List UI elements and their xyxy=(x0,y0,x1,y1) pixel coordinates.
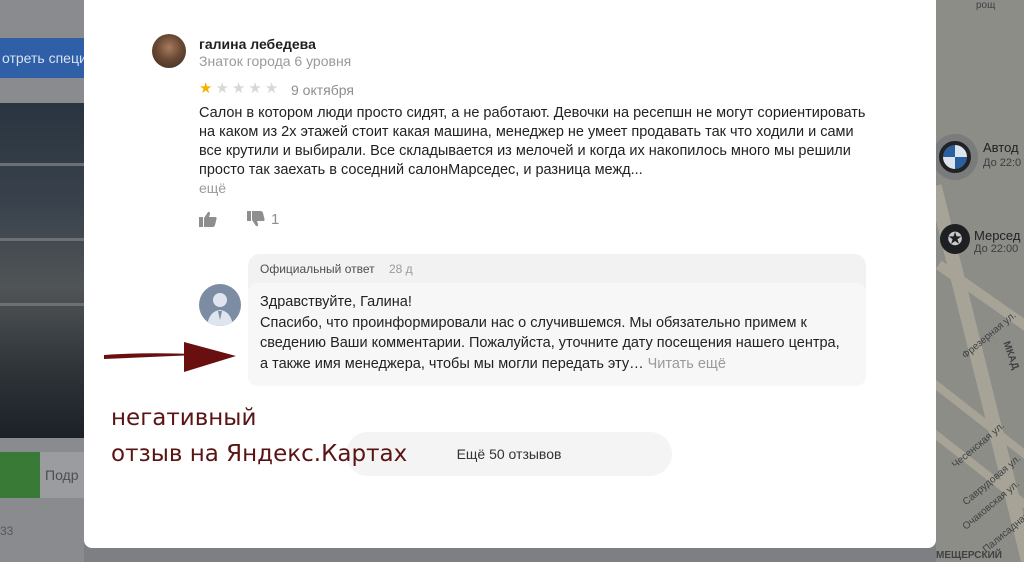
map-poi-hours: До 22:00 xyxy=(974,243,1019,255)
official-reply-age: 28 д xyxy=(389,262,413,276)
star-filled-icon: ★ xyxy=(199,80,213,97)
annotation-caption: негативный отзыв на Яндекс.Картах xyxy=(111,400,407,472)
expand-review-link[interactable]: ещё xyxy=(199,180,226,196)
map-poi-hours: До 22:0 xyxy=(983,157,1022,169)
review-date: 9 октября xyxy=(291,82,354,98)
background-place-panel: отреть специ Подр 33 xyxy=(0,0,84,562)
star-empty-icon: ★ xyxy=(248,80,262,97)
official-reply-body: Здравствуйте, Галина! Спасибо, что проин… xyxy=(248,283,866,386)
official-reply: Официальный ответ 28 д Здравствуйте, Гал… xyxy=(248,254,866,386)
review-text: Салон в котором люди просто сидят, а не … xyxy=(199,105,866,178)
thumbs-down-icon[interactable] xyxy=(247,211,265,227)
map-district-label: рощ xyxy=(976,0,996,11)
star-empty-icon: ★ xyxy=(215,80,229,97)
star-empty-icon: ★ xyxy=(231,80,246,97)
read-more-link[interactable]: Читать ещё xyxy=(648,356,726,372)
avatar[interactable] xyxy=(152,34,186,68)
footer-number: 33 xyxy=(0,524,14,538)
specialists-button[interactable]: отреть специ xyxy=(0,38,84,78)
author-level: Знаток города 6 уровня xyxy=(199,53,352,69)
annotation-line: негативный xyxy=(111,405,257,431)
map-poi-title[interactable]: Мерсед xyxy=(974,228,1020,243)
star-empty-icon: ★ xyxy=(264,80,279,97)
company-avatar-icon xyxy=(199,284,241,326)
mercedes-pin-icon[interactable]: ✪ xyxy=(940,224,970,254)
place-photo[interactable] xyxy=(0,103,84,438)
official-reply-text: Здравствуйте, Галина! Спасибо, что проин… xyxy=(260,292,850,374)
annotation-line: отзыв на Яндекс.Картах xyxy=(111,441,408,467)
author-name[interactable]: галина лебедева xyxy=(199,36,316,52)
details-button[interactable]: Подр xyxy=(40,452,84,498)
bmw-logo-icon[interactable] xyxy=(932,134,978,180)
map-poi-title[interactable]: Автод xyxy=(983,140,1019,155)
official-reply-label: Официальный ответ xyxy=(260,262,375,276)
map-district-label: МЕЩЕРСКИЙ xyxy=(936,550,1002,561)
map-street-label: МКАД xyxy=(1000,339,1021,372)
route-button[interactable] xyxy=(0,452,40,498)
thumbs-up-icon[interactable] xyxy=(199,211,217,227)
reply-message: Спасибо, что проинформировали нас о случ… xyxy=(260,314,840,372)
rating-stars: ★ ★ ★ ★ ★ xyxy=(199,81,278,97)
annotation-arrow-icon xyxy=(104,342,236,372)
reply-greeting: Здравствуйте, Галина! xyxy=(260,294,412,310)
dislike-count: 1 xyxy=(271,211,280,228)
map-background[interactable]: рощ Автод До 22:0 Мерсед До 22:00 Фрезер… xyxy=(936,0,1024,562)
